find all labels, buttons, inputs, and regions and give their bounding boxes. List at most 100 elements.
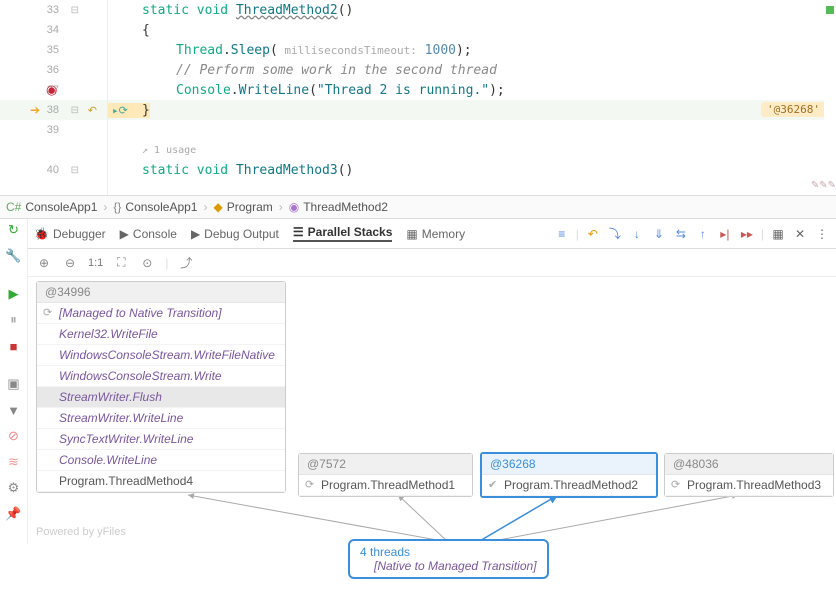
wrench-button[interactable]: 🔧 [5,247,23,265]
stack-frame-box[interactable]: @7572 ⟳Program.ThreadMethod1 [298,453,473,497]
gutter: 33⊟ 34 35 36 37◉ 38➔⊟↶ 39 40⊟ [0,0,108,195]
zoom-level[interactable]: 1:1 [88,257,103,269]
run-icon[interactable]: ▸⟳ [112,104,128,117]
thread-id: @48036 [665,454,833,475]
fold-icon[interactable]: ⊟ [71,5,79,16]
threads-count: 4 threads [360,545,537,559]
chevron-right-icon: › [203,200,207,214]
execution-arrow-icon: ➔ [30,103,40,117]
thread-id: @36268 [482,454,656,475]
step-icon[interactable]: ↶ [88,104,97,117]
settings-button[interactable]: ⚙ [5,479,23,497]
mute-breakpoints-button[interactable]: ⊘ [5,427,23,445]
fold-icon[interactable]: ⊟ [71,105,79,116]
skip-to-cursor-button[interactable]: ▸▸ [739,226,755,242]
stack-frame-box[interactable]: @48036 ⟳Program.ThreadMethod3 [664,453,834,497]
thread-icon: ⟳ [305,478,314,491]
step-over-button[interactable]: ⤵ [607,226,623,242]
jump-button[interactable]: ⤴ [178,255,194,271]
resume-button[interactable]: ▶ [5,285,23,303]
csharp-icon: C# [6,200,21,214]
zoom-in-button[interactable]: ⊕ [36,255,52,271]
tab-memory[interactable]: ▦Memory [406,227,465,241]
threads-group-box[interactable]: 4 threads [Native to Managed Transition] [348,539,549,579]
frame-row[interactable]: ⟳[Managed to Native Transition] [37,303,285,324]
tab-console[interactable]: ▶Console [120,227,177,241]
show-exec-point-button[interactable]: ↶ [585,226,601,242]
transition-label: [Native to Managed Transition] [360,559,537,573]
frame-row[interactable]: Kernel32.WriteFile [37,324,285,345]
error-stripe[interactable]: ✎✎✎ [824,0,836,195]
frame-row[interactable]: StreamWriter.Flush [37,387,285,408]
threads-icon[interactable]: ≡ [554,226,570,242]
check-icon: ✔ [488,478,497,491]
tab-debug-output[interactable]: ▶Debug Output [191,227,279,241]
class-icon: ◆ [213,200,222,214]
output-icon: ▶ [191,227,200,241]
tab-debugger[interactable]: 🐞Debugger [34,227,106,241]
code-text[interactable]: static void ThreadMethod2() { Thread.Sle… [108,0,836,195]
frame-row[interactable]: ⟳Program.ThreadMethod3 [665,475,833,496]
breakpoint-icon[interactable]: ◉ [46,82,57,98]
crumb-project[interactable]: ConsoleApp1 [25,200,97,214]
frame-row[interactable]: WindowsConsoleStream.WriteFileNative [37,345,285,366]
smart-step-button[interactable]: ⇆ [673,226,689,242]
thread-badge: '@36268' [761,102,826,117]
force-step-into-button[interactable]: ⇓ [651,226,667,242]
evaluate-button[interactable]: ▦ [770,226,786,242]
stacks-toolbar: ⊕ ⊖ 1:1 ⛶ ⊙ | ⤴ [28,249,836,277]
frame-row[interactable]: ✔Program.ThreadMethod2 [482,475,656,496]
bug-icon: 🐞 [34,227,49,241]
usages-hint[interactable]: ↗ 1 usage [142,145,196,156]
crumb-namespace[interactable]: ConsoleApp1 [125,200,197,214]
more-button[interactable]: ⋮ [814,226,830,242]
step-into-button[interactable]: ↓ [629,226,645,242]
thread-icon: ⟳ [43,306,52,319]
thread-id: @34996 [37,282,285,303]
close-button[interactable]: ✕ [792,226,808,242]
line-number: 34 [41,24,59,36]
line-number: 38 [41,104,59,116]
console-icon: ▶ [120,227,129,241]
tab-parallel-stacks[interactable]: ☰Parallel Stacks [293,225,393,242]
rerun-button[interactable]: ↻ [5,221,23,239]
frame-row[interactable]: Console.WriteLine [37,450,285,471]
frame-row[interactable]: StreamWriter.WriteLine [37,408,285,429]
frame-row[interactable]: Program.ThreadMethod4 [37,471,285,492]
chevron-right-icon: › [103,200,107,214]
debug-tool-tabs: 🐞Debugger ▶Console ▶Debug Output ☰Parall… [28,219,836,249]
fit-button[interactable]: ⛶ [113,255,129,271]
frame-row[interactable]: WindowsConsoleStream.Write [37,366,285,387]
stack-frame-box[interactable]: @34996 ⟳[Managed to Native Transition] K… [36,281,286,493]
stacks-icon: ☰ [293,225,304,239]
layout-button[interactable]: ▣ [5,375,23,393]
crumb-method[interactable]: ThreadMethod2 [303,200,388,214]
line-number: 35 [41,44,59,56]
stack-frame-box-current[interactable]: @36268 ✔Program.ThreadMethod2 [480,452,658,498]
code-editor[interactable]: 33⊟ 34 35 36 37◉ 38➔⊟↶ 39 40⊟ static voi… [0,0,836,195]
zoom-out-button[interactable]: ⊖ [62,255,78,271]
method-icon: ◉ [289,200,299,214]
memory-icon: ▦ [406,227,417,241]
pin-button[interactable]: 📌 [5,505,23,523]
analysis-ok-icon [826,6,834,14]
breakpoints-button[interactable]: ≋ [5,453,23,471]
run-to-cursor-button[interactable]: ▸| [717,226,733,242]
pencil-icon: ✎✎✎ [811,180,836,191]
chevron-right-icon: › [279,200,283,214]
stop-button[interactable]: ■ [5,337,23,355]
breadcrumb: C# ConsoleApp1 › {} ConsoleApp1 › ◆ Prog… [0,195,836,219]
fold-icon[interactable]: ⊟ [71,165,79,176]
frame-row[interactable]: SyncTextWriter.WriteLine [37,429,285,450]
center-button[interactable]: ⊙ [139,255,155,271]
filter-button[interactable]: ▼ [5,401,23,419]
crumb-class[interactable]: Program [227,200,273,214]
frame-row[interactable]: ⟳Program.ThreadMethod1 [299,475,472,496]
line-number: 33 [41,4,59,16]
debug-side-toolbar: ↻ 🔧 ▶ ⏸ ■ ▣ ▼ ⊘ ≋ ⚙ 📌 [0,219,28,544]
step-out-button[interactable]: ↑ [695,226,711,242]
pause-button[interactable]: ⏸ [5,311,23,329]
line-number: 40 [41,164,59,176]
powered-by-label: Powered by yFiles [36,526,126,538]
parallel-stacks-canvas[interactable]: @34996 ⟳[Managed to Native Transition] K… [28,277,836,544]
